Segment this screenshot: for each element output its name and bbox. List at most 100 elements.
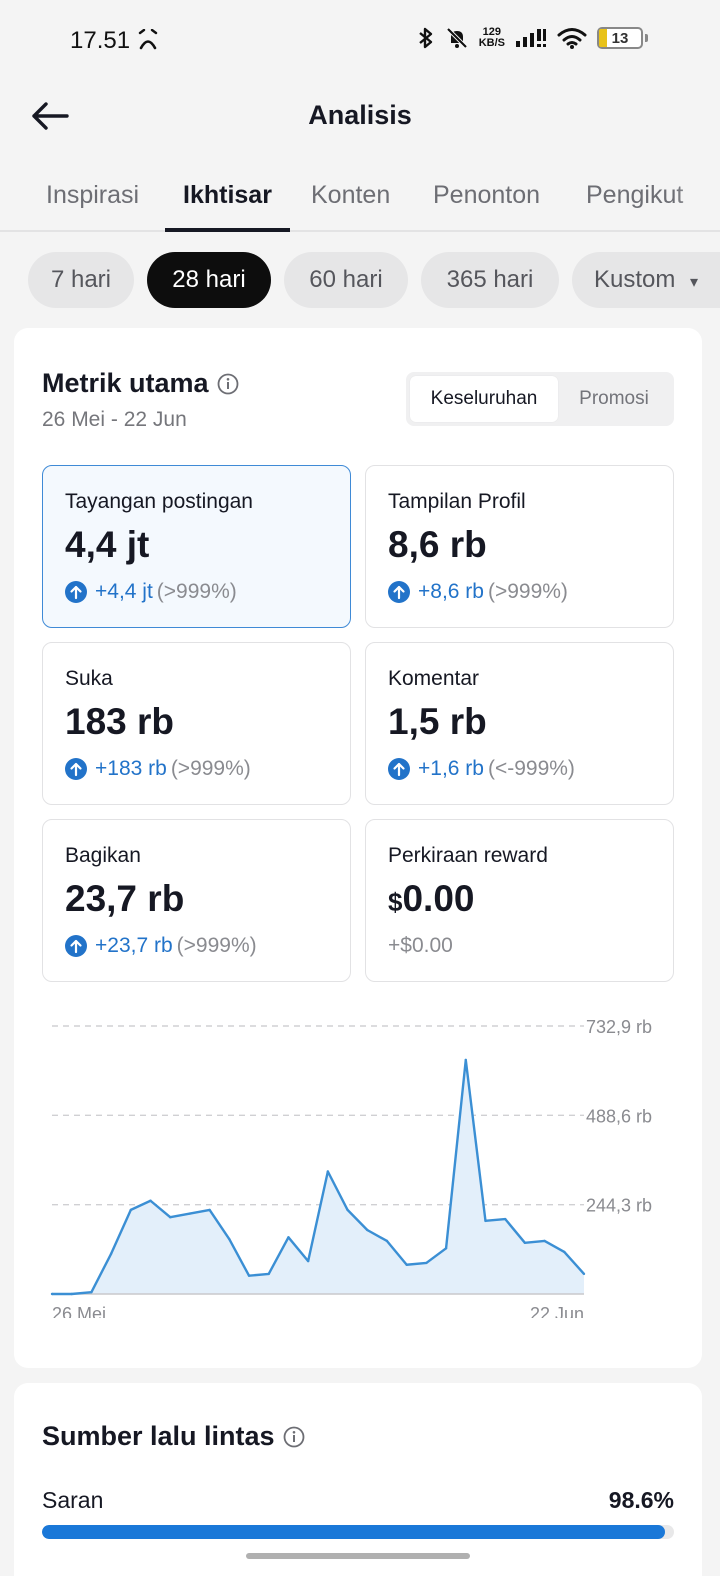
chip-kustom-label: Kustom	[594, 266, 676, 293]
page-title: Analisis	[308, 100, 412, 130]
y-tick-label-1: 488,6 rb	[586, 1106, 652, 1126]
metric-delta-value: +23,7 rb	[95, 934, 173, 957]
status-bar: 17.51 129 KB/S 13	[0, 0, 720, 80]
date-range: 26 Mei - 22 Jun	[42, 408, 187, 431]
metric-delta-value: +8,6 rb	[418, 580, 484, 603]
data-point	[287, 1236, 290, 1239]
traffic-title: Sumber lalu lintas	[42, 1421, 305, 1452]
data-point	[188, 1212, 192, 1215]
y-tick-label-2: 732,9 rb	[586, 1017, 652, 1037]
traffic-progress-fill	[42, 1525, 666, 1539]
segment-keseluruhan[interactable]: Keseluruhan	[410, 376, 558, 422]
metric-delta: +$0.00	[388, 934, 453, 958]
data-point	[326, 1170, 330, 1173]
status-time: 17.51	[70, 27, 131, 54]
data-point	[444, 1247, 448, 1250]
segment-promosi[interactable]: Promosi	[558, 376, 670, 422]
metric-delta: +1,6 rb (<-999%)	[388, 757, 575, 781]
data-point	[208, 1208, 211, 1212]
metric-label: Tayangan postingan	[65, 490, 253, 513]
arrow-up-circle-icon	[65, 935, 87, 957]
metric-value: 1,5 rb	[388, 701, 487, 742]
data-point	[109, 1252, 113, 1255]
arrow-up-circle-icon	[388, 758, 410, 780]
metric-tile-perkiraan-reward[interactable]: Perkiraan reward $0.00 +$0.00	[365, 819, 674, 982]
metric-delta: +23,7 rb (>999%)	[65, 934, 257, 958]
chip-28-hari[interactable]: 28 hari	[147, 252, 271, 308]
metric-tile-tayangan[interactable]: Tayangan postingan 4,4 jt +4,4 jt (>999%…	[42, 465, 351, 628]
data-point	[267, 1272, 270, 1276]
metric-delta-pct: (>999%)	[487, 580, 568, 603]
y-tick-label-0: 244,3 rb	[586, 1196, 652, 1216]
metric-value: 23,7 rb	[65, 878, 185, 919]
signal-icon	[516, 29, 546, 47]
info-icon[interactable]	[217, 373, 239, 395]
data-point	[346, 1208, 349, 1212]
data-point	[523, 1241, 527, 1245]
tab-inspirasi[interactable]: Inspirasi	[28, 180, 157, 230]
arrow-up-circle-icon	[65, 758, 87, 780]
network-speed: 129 KB/S	[478, 26, 505, 49]
metric-value: $0.00	[388, 878, 474, 920]
metric-value: 4,4 jt	[65, 524, 150, 565]
data-point	[385, 1239, 389, 1243]
alarm-icon	[138, 29, 158, 50]
data-point	[405, 1263, 408, 1266]
metric-tile-bagikan[interactable]: Bagikan 23,7 rb +23,7 rb (>999%)	[42, 819, 351, 982]
metric-delta-pct: (>999%)	[156, 580, 237, 603]
arrow-up-circle-icon	[388, 581, 410, 603]
home-indicator[interactable]	[246, 1553, 470, 1559]
tab-bar: Inspirasi Ikhtisar Konten Penonton Pengi…	[0, 170, 720, 232]
data-point	[366, 1228, 369, 1232]
metrics-card: Metrik utama 26 Mei - 22 Jun Keseluruhan…	[14, 328, 702, 1368]
metric-tile-suka[interactable]: Suka 183 rb +183 rb (>999%)	[42, 642, 351, 805]
data-point	[503, 1217, 507, 1221]
tab-pengikut[interactable]: Pengikut	[568, 180, 720, 230]
metrics-title-text: Metrik utama	[42, 368, 209, 398]
date-range-chips: 7 hari 28 hari 60 hari 365 hari Kustom ▾	[0, 252, 720, 310]
metric-delta-value: +4,4 jt	[95, 580, 153, 603]
chip-60-hari[interactable]: 60 hari	[284, 252, 408, 308]
chip-kustom[interactable]: Kustom ▾	[572, 252, 720, 308]
traffic-source-card: Sumber lalu lintas Saran 98.6%	[14, 1383, 702, 1576]
chip-7-hari[interactable]: 7 hari	[28, 252, 134, 308]
data-point	[563, 1250, 566, 1254]
data-point	[70, 1292, 73, 1296]
metric-delta-value: +183 rb	[95, 757, 167, 780]
data-point	[90, 1290, 93, 1294]
chip-365-hari[interactable]: 365 hari	[421, 252, 559, 308]
battery-tip	[645, 34, 648, 42]
metric-label: Suka	[65, 667, 113, 690]
x-end-label: 22 Jun	[530, 1304, 584, 1318]
metric-value: 8,6 rb	[388, 524, 487, 565]
tab-konten[interactable]: Konten	[293, 180, 408, 230]
traffic-row-label: Saran	[42, 1487, 104, 1513]
x-start-label: 26 Mei	[52, 1304, 106, 1318]
metric-delta-value: +1,6 rb	[418, 757, 484, 780]
tab-ikhtisar[interactable]: Ikhtisar	[165, 180, 290, 232]
metric-delta: +4,4 jt (>999%)	[65, 580, 237, 604]
tab-penonton[interactable]: Penonton	[415, 180, 558, 230]
data-point	[228, 1237, 231, 1241]
battery-icon: 13	[597, 27, 643, 49]
wifi-icon	[557, 28, 587, 49]
metric-label: Tampilan Profil	[388, 490, 526, 513]
views-area-chart: 244,3 rb 488,6 rb 732,9 rb 26 Mei 22 Jun	[50, 1017, 652, 1318]
data-point	[129, 1208, 133, 1212]
metric-tile-komentar[interactable]: Komentar 1,5 rb +1,6 rb (<-999%)	[365, 642, 674, 805]
metrics-title: Metrik utama	[42, 368, 239, 399]
data-point	[169, 1216, 172, 1219]
data-point	[247, 1274, 251, 1277]
metric-delta: +183 rb (>999%)	[65, 757, 251, 781]
data-point	[582, 1272, 586, 1276]
metric-tile-tampilan-profil[interactable]: Tampilan Profil 8,6 rb +8,6 rb (>999%)	[365, 465, 674, 628]
metric-delta: +8,6 rb (>999%)	[388, 580, 568, 604]
metric-delta-pct: (>999%)	[170, 757, 251, 780]
currency-symbol: $	[388, 887, 403, 917]
metric-value: 183 rb	[65, 701, 175, 742]
data-point	[464, 1058, 467, 1062]
status-icons: 129 KB/S 13	[417, 26, 648, 50]
mute-bell-icon	[446, 27, 468, 49]
info-icon[interactable]	[283, 1426, 305, 1448]
traffic-row-value: 98.6%	[608, 1487, 674, 1513]
